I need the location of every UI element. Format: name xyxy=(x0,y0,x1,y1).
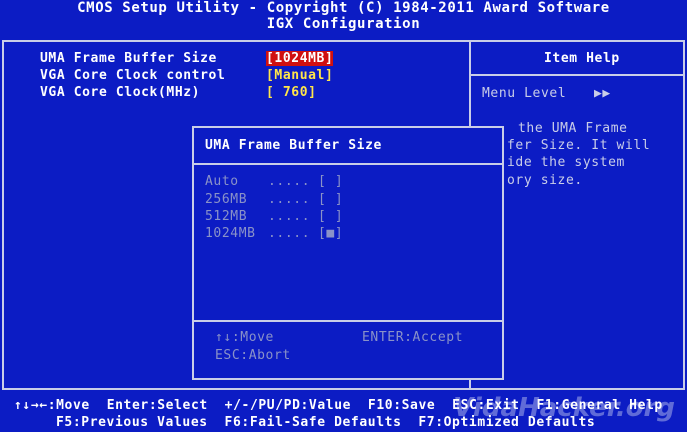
option-auto-checkbox[interactable]: [ ] xyxy=(318,174,343,189)
popup-title: UMA Frame Buffer Size xyxy=(205,138,382,153)
setting-label-vga-core-clock: VGA Core Clock(MHz) xyxy=(40,85,201,100)
menu-level-arrows-icon: ▶▶ xyxy=(594,86,611,101)
popup-hint-abort: ESC:Abort xyxy=(215,348,291,363)
option-256mb-label[interactable]: 256MB xyxy=(205,192,247,207)
help-text-line-4: ory size. xyxy=(507,173,583,188)
option-512mb-dots: ..... xyxy=(268,209,311,224)
help-text-line-3: ide the system xyxy=(507,155,625,170)
option-256mb-checkbox[interactable]: [ ] xyxy=(318,192,343,207)
popup-hint-divider xyxy=(194,320,502,322)
option-auto-label[interactable]: Auto xyxy=(205,174,239,189)
setting-value-vga-core-clock[interactable]: [ 760] xyxy=(266,85,317,100)
bios-screen: { "header": { "title": "CMOS Setup Utili… xyxy=(0,0,687,432)
setting-value-uma-frame-buffer[interactable]: [1024MB] xyxy=(266,51,334,66)
setting-value-vga-core-clock-control[interactable]: [Manual] xyxy=(266,68,333,83)
option-1024mb-dots: ..... xyxy=(268,226,311,241)
menu-level-label: Menu Level xyxy=(482,86,567,101)
setting-label-uma-frame-buffer: UMA Frame Buffer Size xyxy=(40,51,217,66)
window-title: CMOS Setup Utility - Copyright (C) 1984-… xyxy=(77,0,610,16)
option-512mb-label[interactable]: 512MB xyxy=(205,209,247,224)
popup-hint-accept: ENTER:Accept xyxy=(362,330,464,345)
help-text-line-1: the UMA Frame xyxy=(518,121,628,136)
option-auto-dots: ..... xyxy=(268,174,311,189)
option-1024mb-label[interactable]: 1024MB xyxy=(205,226,256,241)
setting-label-vga-core-clock-control: VGA Core Clock control xyxy=(40,68,226,83)
option-512mb-checkbox[interactable]: [ ] xyxy=(318,209,343,224)
page-title: IGX Configuration xyxy=(266,16,421,32)
item-help-title: Item Help xyxy=(544,51,620,66)
popup-title-divider xyxy=(194,163,502,165)
option-1024mb-checkbox[interactable]: [■] xyxy=(318,226,343,241)
option-256mb-dots: ..... xyxy=(268,192,311,207)
popup-hint-move: ↑↓:Move xyxy=(215,330,274,345)
option-popup: UMA Frame Buffer Size Auto ..... [ ] 256… xyxy=(192,126,504,380)
watermark-logo: VidaHacker.org xyxy=(453,393,675,423)
help-title-divider xyxy=(469,74,685,76)
help-text-line-2: fer Size. It will xyxy=(507,138,651,153)
